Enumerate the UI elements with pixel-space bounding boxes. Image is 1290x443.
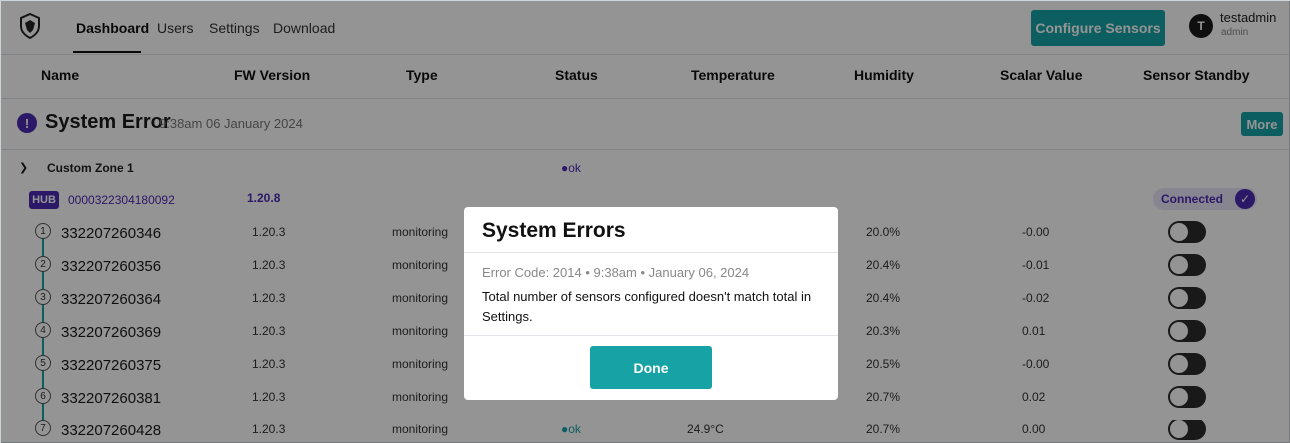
divider: [464, 335, 838, 336]
app-window: Dashboard Users Settings Download Config…: [0, 0, 1290, 443]
system-errors-dialog: System Errors Error Code: 2014 • 9:38am …: [464, 207, 838, 400]
dialog-title: System Errors: [482, 219, 626, 242]
error-message: Total number of sensors configured doesn…: [482, 289, 812, 324]
done-button[interactable]: Done: [590, 346, 712, 389]
divider: [464, 252, 838, 253]
error-meta: Error Code: 2014 • 9:38am • January 06, …: [482, 265, 750, 280]
